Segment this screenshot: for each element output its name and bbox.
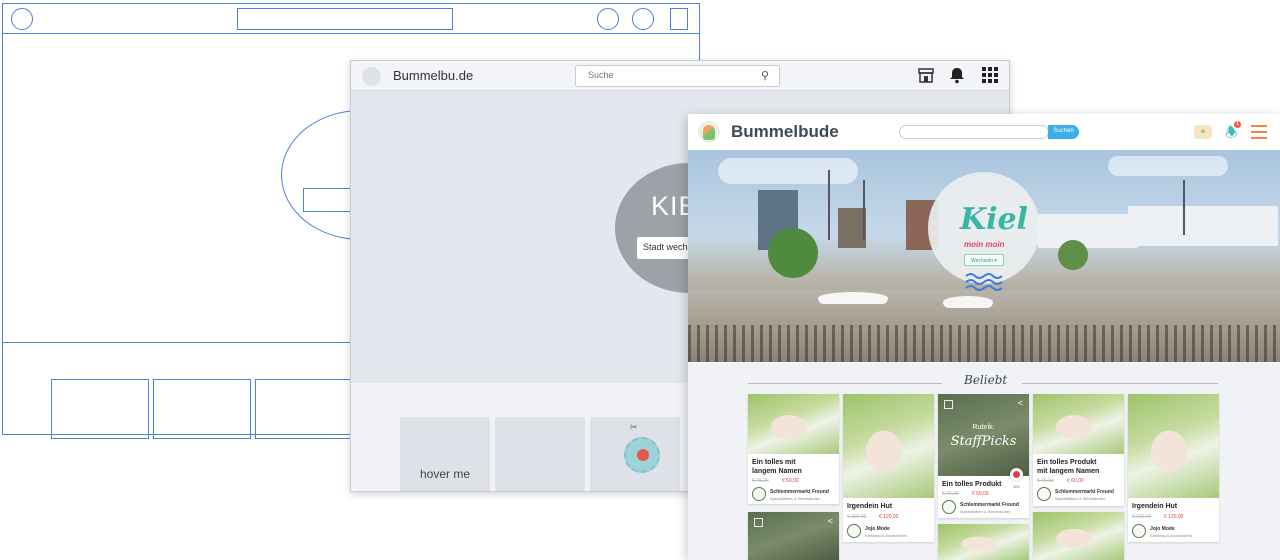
rubrik-name: StaffPicks	[950, 434, 1017, 449]
shop-badge-icon	[624, 437, 660, 473]
shop-category: Kleidung & Accessoires	[1150, 533, 1192, 538]
product-image	[938, 524, 1029, 560]
shop-logo-icon	[847, 524, 861, 538]
product-old-price: € 75,00	[942, 491, 959, 497]
product-old-price: € 200,00	[1132, 514, 1152, 520]
product-title: Ein tolles mit	[752, 459, 796, 466]
shop-name[interactable]: Jojo Mode	[1150, 526, 1175, 532]
product-card[interactable]: Irgendein Hut € 200,00 € 120,00 Jojo Mod…	[1128, 394, 1219, 542]
heart-icon[interactable]	[1010, 468, 1023, 481]
shop-category: Spezialitäten & Weinhändler	[960, 509, 1011, 514]
scissors-icon: ✂	[630, 422, 638, 432]
wireframe-tile	[153, 379, 251, 439]
section-title: Beliebt	[964, 373, 1008, 387]
apps-grid-icon[interactable]	[981, 66, 999, 89]
shop-logo-icon	[1132, 524, 1146, 538]
shop-category: Spezialitäten & Weinhändler	[770, 496, 821, 501]
product-image	[1033, 512, 1124, 560]
bell-icon[interactable]	[948, 66, 966, 89]
mid-header: Bummelbu.de Suche ⚲	[351, 61, 1009, 91]
product-old-price: € 200,00	[847, 514, 867, 520]
product-card[interactable]: Ein tolles Produkt mit langem Namen € 75…	[1033, 394, 1124, 506]
shop-name[interactable]: Schlemmermarkt Freund	[960, 502, 1019, 508]
mid-tile[interactable]: hover me	[400, 417, 490, 491]
front-search-input[interactable]	[899, 125, 1049, 139]
front-search-button[interactable]: Suchen	[1048, 125, 1079, 139]
shop-name[interactable]: Jojo Mode	[865, 526, 890, 532]
front-change-city-button[interactable]: Wechseln ▾	[964, 254, 1004, 266]
partner-logo-icon[interactable]: ✿	[1194, 125, 1212, 139]
mid-tile[interactable]	[495, 417, 585, 491]
product-card-staffpicks[interactable]: < Rubrik: StaffPicks Ein tolles Produkt …	[938, 394, 1029, 518]
bummelbude-logo-icon[interactable]	[698, 121, 720, 143]
shop-logo-icon	[942, 500, 956, 514]
like-count: 102	[1013, 484, 1020, 489]
product-price: € 60,00	[782, 478, 799, 484]
product-image	[748, 394, 839, 454]
front-hero-city: Kiel	[960, 202, 1028, 237]
product-price: € 60,00	[972, 491, 989, 497]
shop-logo-icon	[1037, 487, 1051, 501]
product-image	[1033, 394, 1124, 454]
product-image	[843, 394, 934, 498]
mid-tile[interactable]: ✂	[590, 417, 680, 491]
front-header: Bummelbude Suchen ✿ 🕭 1	[688, 114, 1280, 150]
mid-brand[interactable]: Bummelbu.de	[393, 68, 473, 83]
section-divider	[748, 383, 942, 384]
rubrik-label: Rubrik:	[972, 424, 995, 431]
product-old-price: € 75,00	[1037, 478, 1054, 484]
product-title: Irgendein Hut	[1132, 503, 1178, 510]
mid-search-input[interactable]: Suche ⚲	[575, 65, 780, 87]
wireframe-tile	[255, 379, 353, 439]
wireframe-tile	[51, 379, 149, 439]
external-link-icon[interactable]	[754, 518, 763, 527]
wireframe-search-placeholder	[237, 8, 453, 30]
search-icon[interactable]: ⚲	[761, 69, 769, 82]
product-old-price: € 75,00	[752, 478, 769, 484]
product-card[interactable]: Irgendein Hut € 200,00 € 120,00 Jojo Mod…	[843, 394, 934, 542]
section-divider	[1022, 383, 1218, 384]
product-card[interactable]	[938, 524, 1029, 560]
hamburger-menu-icon[interactable]	[1251, 125, 1267, 139]
wireframe-logo-placeholder	[11, 8, 33, 30]
product-title: Ein tolles Produkt	[1037, 459, 1097, 466]
product-price: € 120,00	[879, 514, 899, 520]
product-title: Ein tolles Produkt	[942, 481, 1002, 488]
product-image	[1128, 394, 1219, 498]
wireframe-menu-placeholder	[670, 8, 688, 30]
product-card[interactable]	[1033, 512, 1124, 560]
product-title: Irgendein Hut	[847, 503, 893, 510]
mockup-composition: Bummelbu.de Suche ⚲ KIE Stadt wechse hov…	[0, 0, 1280, 560]
mid-logo[interactable]	[362, 67, 381, 86]
product-price: € 60,00	[1067, 478, 1084, 484]
shop-name[interactable]: Schlemmermarkt Freund	[1055, 489, 1114, 495]
notification-count: 1	[1234, 121, 1241, 128]
product-price: € 120,00	[1164, 514, 1184, 520]
front-brand[interactable]: Bummelbude	[731, 122, 839, 142]
share-icon[interactable]: <	[1018, 398, 1023, 408]
notification-bell-icon[interactable]: 🕭 1	[1225, 121, 1241, 140]
shop-name[interactable]: Schlemmermarkt Freund	[770, 489, 829, 495]
mid-search-placeholder: Suche	[588, 70, 614, 80]
product-title: mit langem Namen	[1037, 468, 1100, 475]
share-icon[interactable]: <	[828, 516, 833, 526]
shop-category: Spezialitäten & Weinhändler	[1055, 496, 1106, 501]
mid-tile-label: hover me	[420, 467, 471, 481]
product-card[interactable]: Ein tolles mit langem Namen € 75,00 € 60…	[748, 394, 839, 504]
external-link-icon[interactable]	[944, 400, 953, 409]
shop-icon[interactable]	[917, 66, 935, 89]
final-mockup: Bummelbude Suchen ✿ 🕭 1 Kiel moin moin W…	[688, 114, 1280, 560]
shop-category: Kleidung & Accessoires	[865, 533, 907, 538]
product-title: langem Namen	[752, 468, 802, 475]
waves-icon	[965, 273, 1003, 291]
front-hero-tagline: moin moin	[964, 240, 1005, 249]
wireframe-icon-placeholder	[632, 8, 654, 30]
wireframe-icon-placeholder	[597, 8, 619, 30]
product-card[interactable]: <	[748, 512, 839, 560]
shop-logo-icon	[752, 487, 766, 501]
